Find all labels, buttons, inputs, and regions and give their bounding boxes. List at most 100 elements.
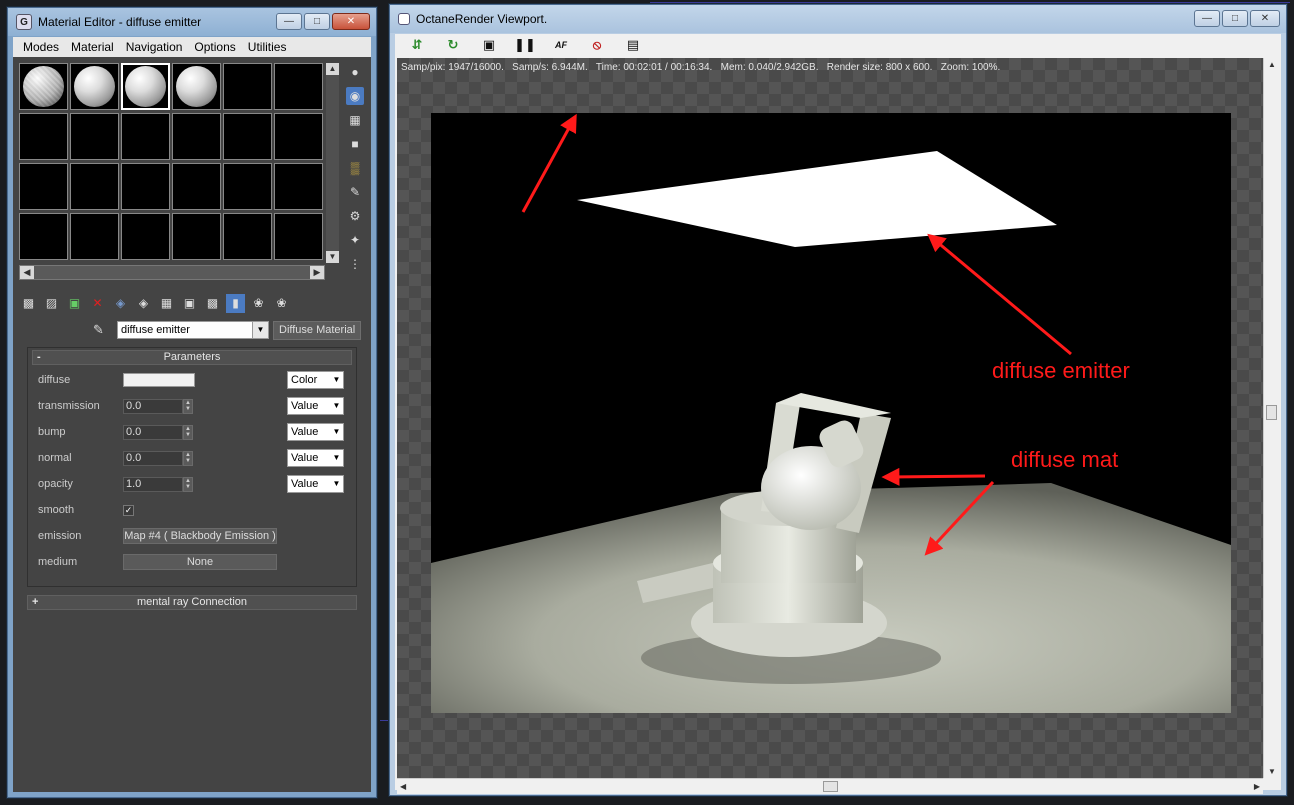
- horizontal-scroll-thumb[interactable]: [823, 781, 838, 792]
- material-slot[interactable]: [172, 63, 221, 110]
- minimize-button[interactable]: —: [1194, 10, 1220, 27]
- video-color-check-icon[interactable]: ▒: [346, 159, 364, 177]
- spinner-arrows[interactable]: ▲ ▼: [183, 398, 193, 414]
- get-material-icon[interactable]: ▩: [19, 294, 38, 313]
- export-icon[interactable]: ⇵: [407, 36, 427, 54]
- material-slot[interactable]: [70, 213, 119, 260]
- restart-icon[interactable]: ↻: [443, 36, 463, 54]
- options-icon[interactable]: ⚙: [346, 207, 364, 225]
- scroll-up-arrow[interactable]: ▲: [326, 63, 339, 75]
- material-slot[interactable]: [274, 163, 323, 210]
- diffuse-color-swatch[interactable]: [123, 373, 195, 387]
- material-slot[interactable]: [172, 213, 221, 260]
- material-slot[interactable]: [172, 163, 221, 210]
- material-type-button[interactable]: Diffuse Material: [273, 320, 362, 340]
- medium-map-button[interactable]: None: [123, 554, 277, 570]
- material-slot[interactable]: [274, 213, 323, 260]
- maximize-button[interactable]: □: [304, 13, 330, 30]
- close-button[interactable]: ✕: [1250, 10, 1280, 27]
- background-icon[interactable]: ▦: [346, 111, 364, 129]
- viewport-horizontal-scrollbar[interactable]: ◀ ▶: [397, 778, 1263, 794]
- mental-ray-rollout-header[interactable]: + mental ray Connection: [27, 595, 357, 610]
- material-slot[interactable]: [223, 63, 272, 110]
- material-slot[interactable]: [19, 213, 68, 260]
- sphere-settings-icon[interactable]: ❀: [272, 294, 291, 313]
- slot-horizontal-scrollbar[interactable]: ◀ ▶: [19, 265, 325, 280]
- put-to-library-icon[interactable]: ◈: [134, 294, 153, 313]
- scroll-right-arrow[interactable]: ▶: [1254, 782, 1260, 791]
- material-slot[interactable]: [19, 163, 68, 210]
- reset-map-icon[interactable]: ✕: [88, 294, 107, 313]
- vertical-scroll-thumb[interactable]: [1266, 405, 1277, 420]
- diffuse-mode-select[interactable]: Color ▼: [287, 371, 344, 389]
- go-forward-to-sibling-icon[interactable]: ❀: [249, 294, 268, 313]
- pause-icon[interactable]: ❚❚: [514, 36, 536, 54]
- menu-options[interactable]: Options: [188, 40, 241, 54]
- material-name-field[interactable]: diffuse emitter ▼: [117, 321, 269, 339]
- octane-titlebar[interactable]: OctaneRender Viewport. — □ ✕: [390, 5, 1286, 33]
- backlight-icon[interactable]: ◉: [346, 87, 364, 105]
- material-slot[interactable]: [274, 113, 323, 160]
- normal-mode-select[interactable]: Value ▼: [287, 449, 344, 467]
- minimize-button[interactable]: —: [276, 13, 302, 30]
- sample-type-icon[interactable]: ●: [346, 63, 364, 81]
- normal-spinner[interactable]: 0.0 ▲ ▼: [123, 450, 193, 466]
- viewport-vertical-scrollbar[interactable]: ▲ ▼: [1263, 58, 1279, 778]
- make-preview-icon[interactable]: ✎: [346, 183, 364, 201]
- af-icon[interactable]: AF: [551, 36, 571, 54]
- spinner-arrows[interactable]: ▲ ▼: [183, 450, 193, 466]
- material-slot[interactable]: [223, 213, 272, 260]
- material-slot[interactable]: [70, 113, 119, 160]
- display-icon[interactable]: ▤: [623, 36, 643, 54]
- scroll-up-arrow[interactable]: ▲: [1268, 60, 1276, 69]
- bump-spinner[interactable]: 0.0 ▲ ▼: [123, 424, 193, 440]
- scroll-down-arrow[interactable]: ▼: [1268, 767, 1276, 776]
- material-slot[interactable]: [121, 213, 170, 260]
- material-slot[interactable]: [172, 113, 221, 160]
- put-to-scene-icon[interactable]: ▨: [42, 294, 61, 313]
- transmission-spinner[interactable]: 0.0 ▲ ▼: [123, 398, 193, 414]
- spinner-arrows[interactable]: ▲ ▼: [183, 424, 193, 440]
- scroll-left-arrow[interactable]: ◀: [20, 266, 34, 279]
- slot-vertical-scrollbar[interactable]: ▲ ▼: [326, 63, 339, 263]
- scroll-left-arrow[interactable]: ◀: [400, 782, 406, 791]
- opacity-spinner[interactable]: 1.0 ▲ ▼: [123, 476, 193, 492]
- lock-icon[interactable]: ▣: [479, 36, 499, 54]
- material-editor-titlebar[interactable]: G Material Editor - diffuse emitter — □ …: [8, 8, 376, 36]
- menu-navigation[interactable]: Navigation: [120, 40, 189, 54]
- show-end-result-icon[interactable]: ▩: [203, 294, 222, 313]
- close-button[interactable]: ✕: [332, 13, 370, 30]
- scroll-right-arrow[interactable]: ▶: [310, 266, 324, 279]
- material-slot[interactable]: [121, 163, 170, 210]
- material-slot[interactable]: [121, 113, 170, 160]
- render-canvas[interactable]: Samp/pix: 1947/16000. Samp/s: 6.944M. Ti…: [397, 58, 1263, 778]
- eyedropper-icon[interactable]: ✎: [93, 322, 113, 338]
- menu-utilities[interactable]: Utilities: [242, 40, 293, 54]
- sample-uv-tiling-icon[interactable]: ■: [346, 135, 364, 153]
- material-slot-active[interactable]: [121, 63, 170, 110]
- material-slot[interactable]: [19, 113, 68, 160]
- material-slot[interactable]: [223, 163, 272, 210]
- no-render-icon[interactable]: ⦸: [587, 36, 607, 54]
- show-map-in-viewport-icon[interactable]: ▣: [180, 294, 199, 313]
- parameters-rollout-header[interactable]: - Parameters: [32, 350, 352, 365]
- smooth-checkbox[interactable]: ✓: [123, 504, 134, 516]
- emission-map-button[interactable]: Map #4 ( Blackbody Emission ): [123, 528, 277, 544]
- maximize-button[interactable]: □: [1222, 10, 1248, 27]
- chevron-down-icon[interactable]: ▼: [252, 322, 268, 338]
- transmission-mode-select[interactable]: Value ▼: [287, 397, 344, 415]
- material-slot[interactable]: [223, 113, 272, 160]
- menu-modes[interactable]: Modes: [17, 40, 65, 54]
- go-to-parent-icon[interactable]: ▮: [226, 293, 245, 313]
- opacity-mode-select[interactable]: Value ▼: [287, 475, 344, 493]
- make-unique-icon[interactable]: ◈: [111, 294, 130, 313]
- material-slot[interactable]: [19, 63, 68, 110]
- material-id-channel-icon[interactable]: ▦: [157, 294, 176, 313]
- menu-material[interactable]: Material: [65, 40, 120, 54]
- material-slot[interactable]: [70, 63, 119, 110]
- assign-to-selection-icon[interactable]: ▣: [65, 294, 84, 313]
- material-slot[interactable]: [274, 63, 323, 110]
- scroll-down-arrow[interactable]: ▼: [326, 251, 339, 263]
- material-slot[interactable]: [70, 163, 119, 210]
- spinner-arrows[interactable]: ▲ ▼: [183, 476, 193, 492]
